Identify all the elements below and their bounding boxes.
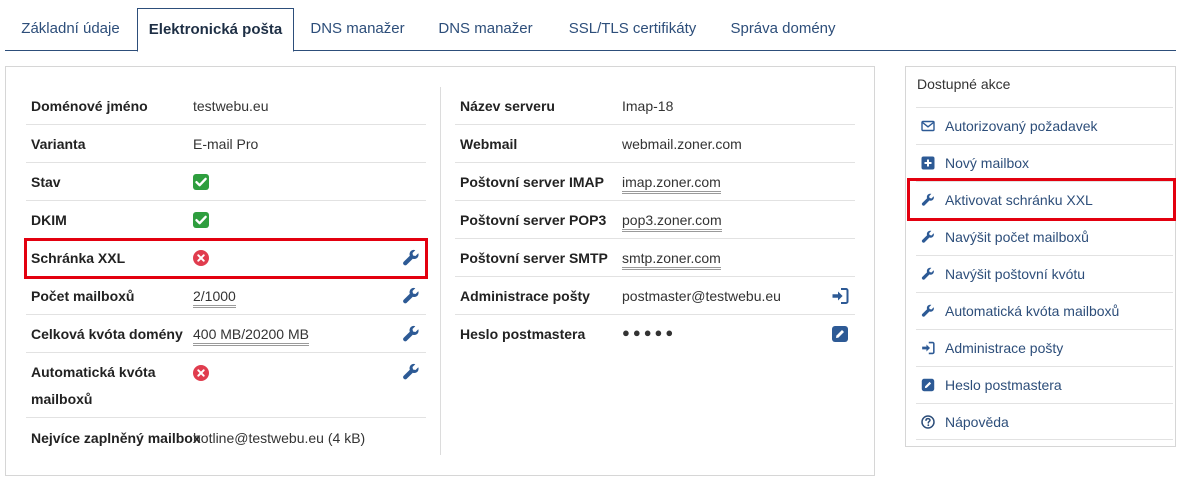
mail-admin-label: Administrace pošty <box>460 288 590 304</box>
row-smtp: Poštovní server SMTP smtp.zoner.com <box>455 239 855 277</box>
row-auto-quota: Automatická kvóta mailboxů <box>26 353 426 418</box>
mailbox-count-wrench-icon[interactable] <box>402 287 420 305</box>
action-auto-mailbox-quota[interactable]: Automatická kvóta mailboxů <box>916 292 1173 329</box>
postmaster-password-label: Heslo postmastera <box>460 326 586 342</box>
action-increase-mail-quota[interactable]: Navýšit poštovní kvótu <box>916 255 1173 292</box>
domain-quota-wrench-icon[interactable] <box>402 325 420 343</box>
action-mail-administration[interactable]: Administrace pošty <box>916 329 1173 366</box>
tab-dns-manager-2[interactable]: DNS manažer <box>423 8 548 51</box>
dkim-check-icon <box>193 212 209 228</box>
domain-name-label: Doménové jméno <box>31 98 148 114</box>
help-circle-icon <box>921 415 935 429</box>
sign-in-icon <box>921 341 935 355</box>
action-label: Autorizovaný požadavek <box>945 118 1098 134</box>
column-divider <box>440 87 441 455</box>
action-label: Navýšit počet mailboxů <box>945 229 1089 245</box>
wrench-icon <box>921 304 935 318</box>
pop3-value: pop3.zoner.com <box>622 212 722 232</box>
edit-square-icon <box>921 378 935 392</box>
fullest-mailbox-label: Nejvíce zaplněný mailbox <box>31 430 201 446</box>
server-name-value: Imap-18 <box>622 98 674 114</box>
tab-bar: Základní údaje Elektronická pošta DNS ma… <box>5 8 1176 52</box>
row-webmail: Webmail webmail.zoner.com <box>455 125 855 163</box>
mail-admin-value: postmaster@testwebu.eu <box>622 288 781 304</box>
row-mailbox-count: Počet mailboxů 2/1000 <box>26 277 426 315</box>
tab-ssl-certificates[interactable]: SSL/TLS certifikáty <box>550 8 715 51</box>
domain-quota-label: Celková kvóta domény <box>31 326 183 342</box>
action-postmaster-password[interactable]: Heslo postmastera <box>916 366 1173 403</box>
variant-value: E-mail Pro <box>193 136 259 152</box>
dkim-label: DKIM <box>31 212 67 228</box>
wrench-icon <box>921 267 935 281</box>
fullest-mailbox-value: hotline@testwebu.eu (4 kB) <box>193 430 366 446</box>
webmail-label: Webmail <box>460 136 518 152</box>
pop3-label: Poštovní server POP3 <box>460 212 607 228</box>
status-check-icon <box>193 174 209 190</box>
action-label: Administrace pošty <box>945 340 1064 356</box>
xxl-highlight-frame <box>24 238 428 279</box>
status-label: Stav <box>31 174 61 190</box>
row-pop3: Poštovní server POP3 pop3.zoner.com <box>455 201 855 239</box>
auto-quota-label: Automatická kvóta <box>31 364 156 380</box>
row-mail-admin: Administrace pošty postmaster@testwebu.e… <box>455 277 855 315</box>
envelope-icon <box>921 119 935 133</box>
auto-quota-disabled-icon <box>193 365 209 381</box>
edit-square-icon[interactable] <box>831 325 849 343</box>
row-server-name: Název serveru Imap-18 <box>455 87 855 125</box>
smtp-value: smtp.zoner.com <box>622 250 721 270</box>
action-label: Automatická kvóta mailboxů <box>945 303 1120 319</box>
domain-name-value: testwebu.eu <box>193 98 269 114</box>
imap-value: imap.zoner.com <box>622 174 721 194</box>
domain-quota-value: 400 MB/20200 MB <box>193 326 309 346</box>
action-authorized-request[interactable]: Autorizovaný požadavek <box>916 107 1173 144</box>
row-postmaster-password: Heslo postmastera ●●●●● <box>455 315 855 353</box>
auto-quota-label-line2: mailboxů <box>31 391 93 407</box>
tab-email[interactable]: Elektronická pošta <box>137 8 294 52</box>
row-status: Stav <box>26 163 426 201</box>
tab-domain-management[interactable]: Správa domény <box>717 8 849 51</box>
row-imap: Poštovní server IMAP imap.zoner.com <box>455 163 855 201</box>
server-name-label: Název serveru <box>460 98 555 114</box>
mailbox-count-label: Počet mailboxů <box>31 288 135 304</box>
imap-label: Poštovní server IMAP <box>460 174 604 190</box>
actions-title: Dostupné akce <box>917 76 1011 92</box>
tab-basic-info[interactable]: Základní údaje <box>5 8 136 51</box>
available-actions-panel: Dostupné akce Autorizovaný požadavek Nov… <box>905 66 1176 447</box>
row-domain-name: Doménové jméno testwebu.eu <box>26 87 426 125</box>
mailbox-count-value: 2/1000 <box>193 288 236 308</box>
activate-xxl-highlight-frame <box>907 178 1176 221</box>
action-new-mailbox[interactable]: Nový mailbox <box>916 144 1173 181</box>
row-fullest-mailbox: Nejvíce zaplněný mailbox hotline@testweb… <box>26 418 426 456</box>
action-label: Navýšit poštovní kvótu <box>945 266 1086 282</box>
action-label: Heslo postmastera <box>945 377 1062 393</box>
action-label: Nápověda <box>945 414 1009 430</box>
row-domain-quota: Celková kvóta domény 400 MB/20200 MB <box>26 315 426 353</box>
row-dkim: DKIM <box>26 201 426 239</box>
action-help[interactable]: Nápověda <box>916 403 1173 440</box>
sign-in-icon[interactable] <box>831 287 849 305</box>
row-variant: Varianta E-mail Pro <box>26 125 426 163</box>
tab-dns-manager[interactable]: DNS manažer <box>295 8 420 51</box>
variant-label: Varianta <box>31 136 86 152</box>
action-increase-mailbox-count[interactable]: Navýšit počet mailboxů <box>916 218 1173 255</box>
postmaster-password-value: ●●●●● <box>622 325 677 340</box>
action-label: Nový mailbox <box>945 155 1030 171</box>
auto-quota-wrench-icon[interactable] <box>402 363 420 381</box>
plus-square-icon <box>921 156 935 170</box>
smtp-label: Poštovní server SMTP <box>460 250 608 266</box>
wrench-icon <box>921 230 935 244</box>
webmail-value: webmail.zoner.com <box>622 136 742 152</box>
